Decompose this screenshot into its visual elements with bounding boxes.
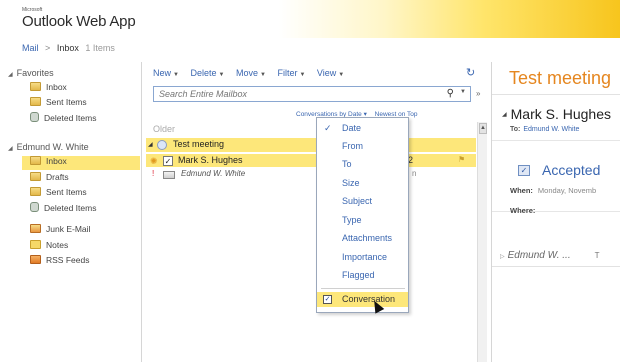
- header-banner: Microsoft Outlook Web App: [0, 0, 620, 38]
- refresh-icon[interactable]: ↻: [466, 66, 475, 79]
- folder-sidebar: ◢ Favorites Inbox Sent Items Deleted Item…: [0, 62, 142, 362]
- reading-from[interactable]: ◢ Mark S. Hughes: [502, 106, 611, 122]
- breadcrumb-separator: >: [45, 43, 51, 53]
- divider: [492, 94, 620, 95]
- meeting-where-label: Where:: [510, 206, 536, 215]
- message-row[interactable]: ✺ ✓ Mark S. Hughes 2 ⚑: [146, 153, 476, 167]
- item-count: 1 Items: [85, 43, 115, 53]
- sidebar-item-drafts[interactable]: Drafts: [30, 172, 136, 186]
- sub-message-trail: n: [412, 169, 417, 178]
- conversation-icon: [157, 140, 167, 150]
- menu-divider: [321, 288, 405, 289]
- checkbox-checked-icon[interactable]: ✓: [323, 295, 332, 304]
- outlook-web-app: Microsoft Outlook Web App Mail > Inbox 1…: [0, 0, 620, 362]
- chevron-down-icon: ▼: [338, 72, 345, 78]
- search-box: ⚲ ▼: [153, 86, 471, 102]
- scroll-up-button[interactable]: ▲: [479, 123, 487, 134]
- reading-to: To: Edmund W. White: [510, 126, 580, 133]
- delete-button[interactable]: Delete ▼: [190, 68, 224, 78]
- double-chevron-icon[interactable]: »: [476, 89, 480, 98]
- move-button[interactable]: Move ▼: [236, 68, 266, 78]
- rss-folder-icon: [30, 255, 41, 264]
- recycle-icon: [30, 202, 39, 212]
- menu-item-size[interactable]: Size: [317, 176, 408, 191]
- search-input[interactable]: [154, 87, 434, 101]
- importance-icon: !: [152, 169, 155, 178]
- new-button[interactable]: New ▼: [153, 68, 179, 78]
- conversation-row[interactable]: ◢ Test meeting: [146, 138, 476, 152]
- menu-item-type[interactable]: Type: [317, 213, 408, 228]
- sidebar-item-notes[interactable]: Notes: [30, 240, 136, 254]
- meeting-request-icon: ✺: [150, 156, 158, 166]
- chevron-down-icon: ▼: [299, 72, 306, 78]
- message-list-pane: New▼ Delete▼ Move▼ Filter▼ View▼ ↻ ⚲ ▼ »…: [142, 62, 488, 362]
- collapse-triangle-icon[interactable]: ◢: [8, 146, 13, 152]
- chevron-down-icon[interactable]: ▼: [460, 89, 466, 95]
- menu-item-attachments[interactable]: Attachments: [317, 231, 408, 246]
- fav-item-sent-items[interactable]: Sent Items: [30, 97, 136, 111]
- sent-items-folder-icon: [30, 97, 41, 106]
- collapse-triangle-icon[interactable]: ◢: [8, 72, 13, 78]
- breadcrumb-folder: Inbox: [56, 43, 79, 53]
- checkmark-icon: ✓: [324, 123, 332, 133]
- breadcrumb-mail-link[interactable]: Mail: [22, 43, 39, 53]
- menu-item-flagged[interactable]: Flagged: [317, 268, 408, 283]
- breadcrumb: Mail > Inbox 1 Items: [22, 43, 115, 53]
- fav-item-deleted-items[interactable]: Deleted Items: [30, 112, 136, 126]
- meeting-response-icon: [163, 171, 175, 179]
- sidebar-item-rss-feeds[interactable]: RSS Feeds: [30, 255, 136, 269]
- sidebar-item-junk-email[interactable]: Junk E-Mail: [30, 224, 136, 238]
- menu-item-date[interactable]: ✓ Date: [317, 121, 408, 136]
- sent-items-folder-icon: [30, 187, 41, 196]
- conversation-subject: Test meeting: [173, 139, 225, 149]
- divider: [492, 266, 620, 267]
- menu-item-conversation[interactable]: ✓ Conversation: [317, 292, 408, 307]
- sidebar-item-inbox[interactable]: Inbox: [22, 156, 140, 170]
- filter-button[interactable]: Filter ▼: [277, 68, 305, 78]
- message-sender: Mark S. Hughes: [178, 155, 243, 165]
- sub-message-row[interactable]: ! Edmund W. White n: [146, 168, 476, 182]
- meeting-when: When: Monday, Novemb: [510, 186, 597, 195]
- menu-item-from[interactable]: From: [317, 139, 408, 154]
- sidebar-item-deleted-items[interactable]: Deleted Items: [30, 202, 136, 216]
- favorites-header[interactable]: ◢ Favorites: [8, 68, 54, 78]
- menu-item-subject[interactable]: Subject: [317, 194, 408, 209]
- accepted-check-icon: ✓: [518, 165, 530, 176]
- drafts-folder-icon: [30, 172, 41, 181]
- sort-dropdown-menu: ✓ Date From To Size Subject Type Attachme…: [316, 117, 409, 313]
- chevron-down-icon: ▼: [259, 72, 266, 78]
- chevron-down-icon: ▼: [173, 72, 179, 78]
- sub-message-sender: Edmund W. White: [181, 169, 246, 178]
- recycle-icon: [30, 112, 39, 122]
- sidebar-item-sent-items[interactable]: Sent Items: [30, 187, 136, 201]
- fav-item-inbox[interactable]: Inbox: [30, 82, 136, 96]
- flag-icon[interactable]: ⚑: [458, 155, 465, 164]
- response-status: Accepted: [542, 162, 601, 178]
- expand-triangle-icon[interactable]: ◢: [148, 141, 153, 148]
- collapsed-message-header[interactable]: ▷ Edmund W. ... T: [500, 250, 600, 261]
- view-button[interactable]: View ▼: [317, 68, 344, 78]
- menu-item-to[interactable]: To: [317, 157, 408, 172]
- app-title: Outlook Web App: [22, 13, 136, 30]
- inbox-folder-icon: [30, 82, 41, 91]
- recipient-link[interactable]: Edmund W. White: [523, 126, 579, 133]
- collapse-triangle-icon[interactable]: ◢: [502, 112, 507, 118]
- expand-triangle-icon[interactable]: ▷: [500, 254, 505, 260]
- list-toolbar: New ▼ Delete ▼ Move ▼ Filter ▼ View ▼: [153, 68, 353, 78]
- chevron-down-icon: ▼: [218, 72, 225, 78]
- menu-item-importance[interactable]: Importance: [317, 250, 408, 265]
- group-header-older: Older: [153, 124, 176, 134]
- row-checkbox[interactable]: ✓: [163, 156, 173, 166]
- message-title: Test meeting: [509, 68, 612, 88]
- list-scrollbar[interactable]: ▲: [477, 122, 487, 362]
- reading-pane: Test meeting ◢ Mark S. Hughes To: Edmund W…: [491, 62, 620, 362]
- notes-icon: [30, 240, 41, 249]
- inbox-folder-icon: [30, 156, 41, 165]
- junk-folder-icon: [30, 224, 41, 233]
- account-header[interactable]: ◢ Edmund W. White: [8, 142, 89, 152]
- search-icon[interactable]: ⚲: [447, 88, 454, 99]
